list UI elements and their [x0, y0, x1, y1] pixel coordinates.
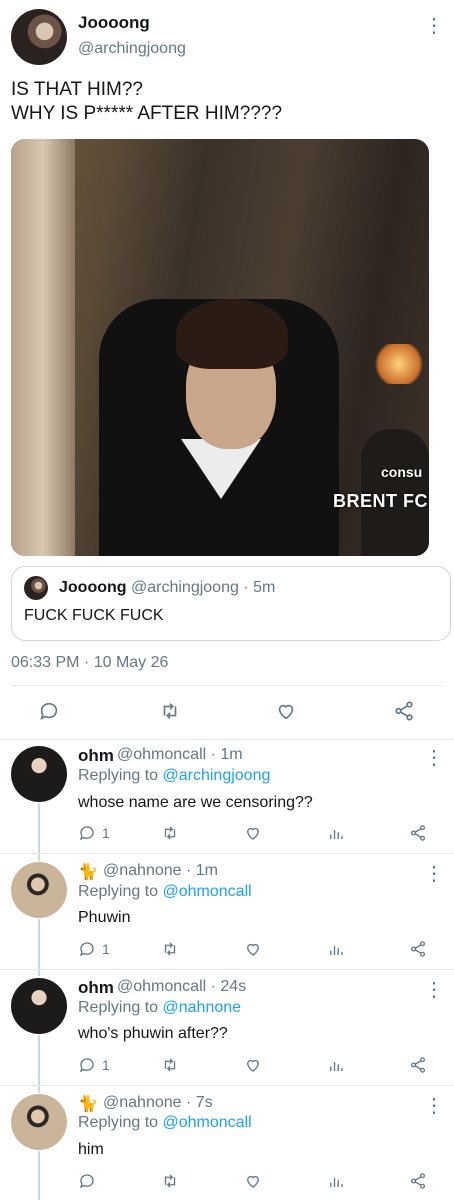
analytics-icon[interactable] — [327, 824, 345, 842]
replying-prefix: Replying to — [78, 883, 163, 900]
quoted-tweet[interactable]: Joooong @archingjoong · 5m FUCK FUCK FUC… — [11, 566, 451, 641]
retweet-icon[interactable] — [161, 1056, 179, 1074]
reply-handle-time[interactable]: @ohmoncall · 1m — [117, 746, 243, 764]
more-vertical-icon[interactable]: ⋮ — [424, 980, 444, 1000]
media-person-hair — [176, 299, 288, 369]
reply-handle-time[interactable]: @ohmoncall · 24s — [117, 978, 246, 996]
share-icon[interactable] — [409, 824, 427, 842]
avatar[interactable] — [11, 746, 67, 802]
divider — [0, 739, 454, 740]
retweet-icon[interactable] — [161, 1172, 179, 1190]
retweet-icon[interactable] — [159, 700, 181, 722]
reply-handle-time[interactable]: @nahnone · 7s — [103, 1094, 213, 1112]
reply-author-name[interactable]: ohm — [78, 746, 114, 766]
media-caption: BRENT FC — [333, 491, 428, 511]
retweet-icon[interactable] — [161, 940, 179, 958]
replying-to: Replying to @nahnone — [78, 999, 241, 1017]
tweet-text-line: WHY IS P***** AFTER HIM???? — [11, 103, 283, 124]
heart-icon[interactable] — [244, 940, 262, 958]
quoted-author-name: Joooong — [59, 579, 127, 596]
reply-author-name[interactable]: ohm — [78, 978, 114, 998]
replying-to-link[interactable]: @ohmoncall — [163, 883, 252, 900]
share-icon[interactable] — [393, 700, 415, 722]
tweet-media-image[interactable]: consu BRENT FC — [11, 139, 429, 556]
analytics-icon[interactable] — [327, 940, 345, 958]
reply-handle-time[interactable]: @nahnone · 1m — [103, 862, 218, 880]
cat-emoji-icon: 🐈 — [78, 1096, 98, 1113]
tweet-text-line: IS THAT HIM?? — [11, 79, 143, 100]
replying-to: Replying to @archingjoong — [78, 767, 270, 785]
reply-text: who's phuwin after?? — [78, 1025, 228, 1042]
replying-to-link[interactable]: @ohmoncall — [163, 1114, 252, 1131]
replying-to: Replying to @ohmoncall — [78, 1114, 252, 1132]
share-icon[interactable] — [409, 1172, 427, 1190]
thread-line — [38, 1151, 40, 1200]
thread-line — [38, 919, 40, 976]
reply-icon[interactable] — [78, 1172, 96, 1190]
replying-prefix: Replying to — [78, 1114, 163, 1131]
reply-text: Phuwin — [78, 909, 131, 926]
reply-text: whose name are we censoring?? — [78, 794, 313, 811]
analytics-icon[interactable] — [327, 1172, 345, 1190]
cat-emoji-icon: 🐈 — [78, 864, 98, 881]
author-handle[interactable]: @archingjoong — [78, 40, 186, 58]
divider — [0, 853, 454, 854]
reply-count: 1 — [102, 825, 110, 841]
reply-action[interactable]: 1 — [78, 1056, 110, 1074]
replying-prefix: Replying to — [78, 999, 163, 1016]
media-caption: consu — [381, 464, 423, 480]
reply-count: 1 — [102, 941, 110, 957]
author-name[interactable]: Joooong — [78, 13, 150, 33]
avatar[interactable] — [11, 862, 67, 918]
reply-count: 1 — [102, 1057, 110, 1073]
share-icon[interactable] — [409, 940, 427, 958]
avatar[interactable] — [11, 978, 67, 1034]
divider — [0, 969, 454, 970]
avatar[interactable] — [11, 9, 67, 65]
replying-to-link[interactable]: @nahnone — [163, 999, 242, 1016]
more-vertical-icon[interactable]: ⋮ — [424, 864, 444, 884]
reply-icon — [79, 1058, 94, 1073]
heart-icon[interactable] — [275, 700, 297, 722]
reply-icon[interactable] — [38, 700, 60, 722]
retweet-icon[interactable] — [161, 824, 179, 842]
reply-text: him — [78, 1141, 104, 1158]
divider — [11, 685, 442, 686]
heart-icon[interactable] — [244, 1172, 262, 1190]
divider — [0, 1085, 454, 1086]
heart-icon[interactable] — [244, 824, 262, 842]
replying-to: Replying to @ohmoncall — [78, 883, 252, 901]
analytics-icon[interactable] — [327, 1056, 345, 1074]
quoted-handle-time: @archingjoong · 5m — [131, 579, 276, 596]
replying-prefix: Replying to — [78, 767, 163, 784]
share-icon[interactable] — [409, 1056, 427, 1074]
heart-icon[interactable] — [244, 1056, 262, 1074]
more-vertical-icon[interactable]: ⋮ — [424, 1096, 444, 1116]
more-vertical-icon[interactable]: ⋮ — [424, 16, 444, 36]
quoted-avatar — [24, 576, 48, 600]
reply-action[interactable]: 1 — [78, 824, 110, 842]
tweet-timestamp[interactable]: 06:33 PM · 10 May 26 — [11, 654, 168, 672]
tweet-text: IS THAT HIM?? WHY IS P***** AFTER HIM???… — [11, 78, 282, 126]
media-lamp — [371, 344, 427, 384]
quoted-text: FUCK FUCK FUCK — [24, 607, 164, 624]
avatar[interactable] — [11, 1094, 67, 1150]
media-wall — [11, 139, 75, 556]
reply-action[interactable]: 1 — [78, 940, 110, 958]
more-vertical-icon[interactable]: ⋮ — [424, 748, 444, 768]
reply-icon — [79, 826, 94, 841]
reply-icon — [79, 942, 94, 957]
replying-to-link[interactable]: @archingjoong — [163, 767, 271, 784]
